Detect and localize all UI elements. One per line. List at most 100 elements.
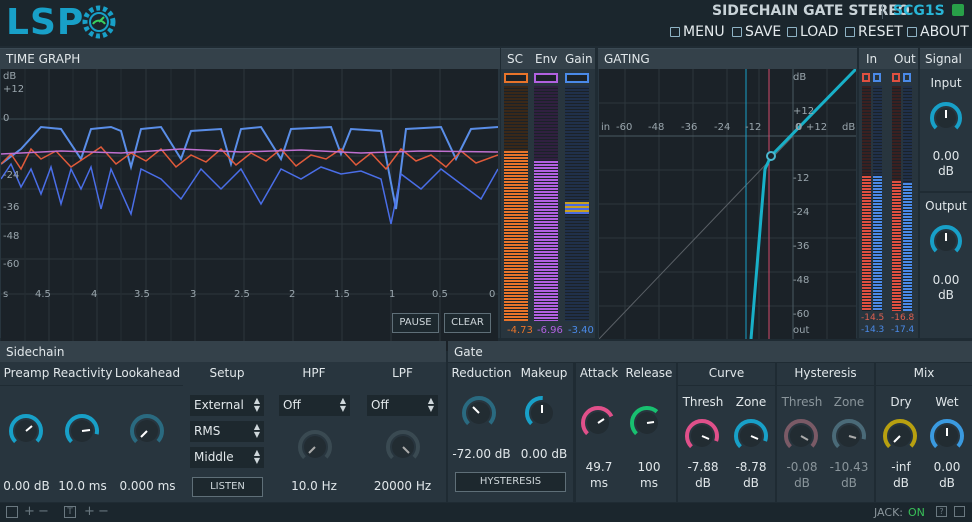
reduction-knob[interactable] — [461, 395, 497, 434]
out-left-meter — [892, 86, 901, 311]
gating-y-m24: -24 — [793, 207, 810, 218]
input-gain-knob[interactable] — [929, 101, 963, 138]
preamp-value: 0.00 dB — [3, 479, 50, 493]
x-label-1: 1 — [389, 289, 396, 300]
pause-button[interactable]: PAUSE — [392, 313, 439, 333]
select-arrows-icon: ▲ ▼ — [253, 422, 260, 439]
lpf-frequency-value: 20000 Hz — [373, 479, 432, 493]
channel-select[interactable]: Middle ▲ ▼ — [190, 447, 264, 468]
hyst-zone-value: -10.43 — [829, 460, 869, 474]
y-label-m60: -60 — [3, 259, 20, 270]
gate-section: Gate Reduction Makeup -72.00 dB 0.00 dB … — [448, 341, 972, 502]
wet-knob[interactable] — [929, 418, 965, 457]
in-left-value: -14.5 — [861, 313, 885, 323]
gating-y-out: out — [793, 325, 810, 336]
footer-bar: + − T + − JACK: ON ? — [0, 503, 972, 522]
time-graph-area[interactable]: dB +12 0 -24 -36 -48 -60 s 4.5 4 3.5 3 2… — [1, 69, 498, 351]
attack-knob[interactable] — [580, 405, 616, 444]
lpf-mode-select[interactable]: Off ▲ ▼ — [367, 395, 438, 416]
release-value: 100 — [637, 460, 661, 474]
dry-knob[interactable] — [882, 418, 918, 457]
time-graph-panel: TIME GRAPH dB +12 0 -24 -36 -48 -60 s 4.… — [0, 48, 500, 351]
gating-graph[interactable]: in -60 -48 -36 -24 -12 0 +12 dB dB +12 0… — [599, 69, 856, 339]
listen-button[interactable]: LISTEN — [192, 477, 263, 497]
gear-logo-icon — [82, 5, 116, 39]
hpf-frequency-knob[interactable] — [297, 429, 333, 468]
input-gain-label: Input — [930, 76, 962, 90]
lpf-frequency-knob[interactable] — [385, 429, 421, 468]
release-unit: ms — [640, 476, 658, 490]
channel-select-value: Middle — [194, 450, 234, 464]
save-button[interactable]: SAVE — [732, 24, 781, 40]
font-size-icon[interactable]: T — [64, 506, 76, 518]
hyst-threshold-unit: dB — [794, 476, 810, 490]
io-meters-panel: In Out -14.5 -14.3 -16.8 -17.4 — [859, 48, 918, 338]
x-label-4-5: 4.5 — [35, 289, 51, 300]
gating-x-m12: -12 — [745, 122, 762, 133]
gating-x-in: in — [601, 122, 611, 133]
hpf-mode-value: Off — [283, 398, 301, 412]
load-button[interactable]: LOAD — [787, 24, 838, 40]
reactivity-label: Reactivity — [53, 366, 113, 380]
preamp-knob[interactable] — [8, 413, 44, 452]
gating-title: GATING — [598, 49, 857, 69]
zoom-out-icon[interactable]: − — [38, 504, 49, 519]
resize-icon[interactable] — [954, 506, 965, 517]
curve-threshold-value: -7.88 — [687, 460, 719, 474]
hpf-mode-select[interactable]: Off ▲ ▼ — [279, 395, 350, 416]
select-arrows-icon: ▲ ▼ — [427, 396, 434, 413]
output-gain-knob[interactable] — [929, 224, 963, 261]
source-select-value: External — [194, 398, 244, 412]
output-gain-label: Output — [925, 199, 967, 213]
out-right-swatch — [903, 73, 911, 82]
hpf-label: HPF — [302, 366, 326, 380]
zoom-in-icon[interactable]: + — [24, 504, 35, 519]
gain-trace — [1, 125, 498, 210]
hyst-threshold-knob[interactable] — [783, 418, 819, 457]
gating-y-m12: -12 — [793, 173, 810, 184]
env-meter-value: -6.96 — [537, 325, 563, 336]
clear-button[interactable]: CLEAR — [444, 313, 491, 333]
lpf-label: LPF — [392, 366, 413, 380]
release-knob[interactable] — [629, 405, 665, 444]
curve-zone-knob[interactable] — [733, 418, 769, 457]
reactivity-knob[interactable] — [64, 413, 100, 452]
load-icon — [787, 27, 797, 37]
mode-select[interactable]: RMS ▲ ▼ — [190, 421, 264, 442]
preamp-label: Preamp — [3, 366, 50, 380]
source-select[interactable]: External ▲ ▼ — [190, 395, 264, 416]
window-size-icon[interactable] — [6, 506, 18, 518]
reset-button[interactable]: RESET — [845, 24, 903, 40]
jack-status: ON — [908, 506, 925, 519]
attack-label: Attack — [579, 366, 619, 380]
reduction-value: -72.00 dB — [452, 447, 511, 461]
font-zoom-out-icon[interactable]: − — [98, 504, 109, 519]
curve-label: Curve — [708, 366, 745, 380]
gating-y-p12: +12 — [793, 106, 815, 117]
curve-threshold-knob[interactable] — [684, 418, 720, 457]
gain-meter-color-swatch — [565, 73, 589, 83]
out-meter-label: Out — [894, 52, 916, 66]
power-icon[interactable] — [952, 4, 964, 16]
hyst-zone-knob[interactable] — [831, 418, 867, 457]
makeup-knob[interactable] — [524, 395, 560, 434]
mode-select-value: RMS — [194, 424, 221, 438]
hysteresis-button[interactable]: HYSTERESIS — [455, 472, 566, 492]
gating-y-db: dB — [793, 72, 807, 83]
lookahead-knob[interactable] — [129, 413, 165, 452]
out-right-value: -17.4 — [891, 325, 915, 335]
sc-meter-color-swatch — [504, 73, 528, 83]
curve-threshold-unit: dB — [695, 476, 711, 490]
font-zoom-in-icon[interactable]: + — [84, 504, 95, 519]
menu-button[interactable]: MENU — [670, 24, 725, 40]
y-label-m48: -48 — [3, 231, 20, 242]
attack-unit: ms — [590, 476, 608, 490]
select-arrows-icon: ▲ ▼ — [253, 396, 260, 413]
out-left-swatch — [892, 73, 900, 82]
x-label-3-5: 3.5 — [134, 289, 150, 300]
sidechain-title: Sidechain — [6, 345, 65, 359]
input-gain-unit: dB — [938, 164, 954, 178]
help-icon[interactable]: ? — [936, 506, 947, 517]
release-label: Release — [625, 366, 673, 380]
about-button[interactable]: ABOUT — [907, 24, 969, 40]
